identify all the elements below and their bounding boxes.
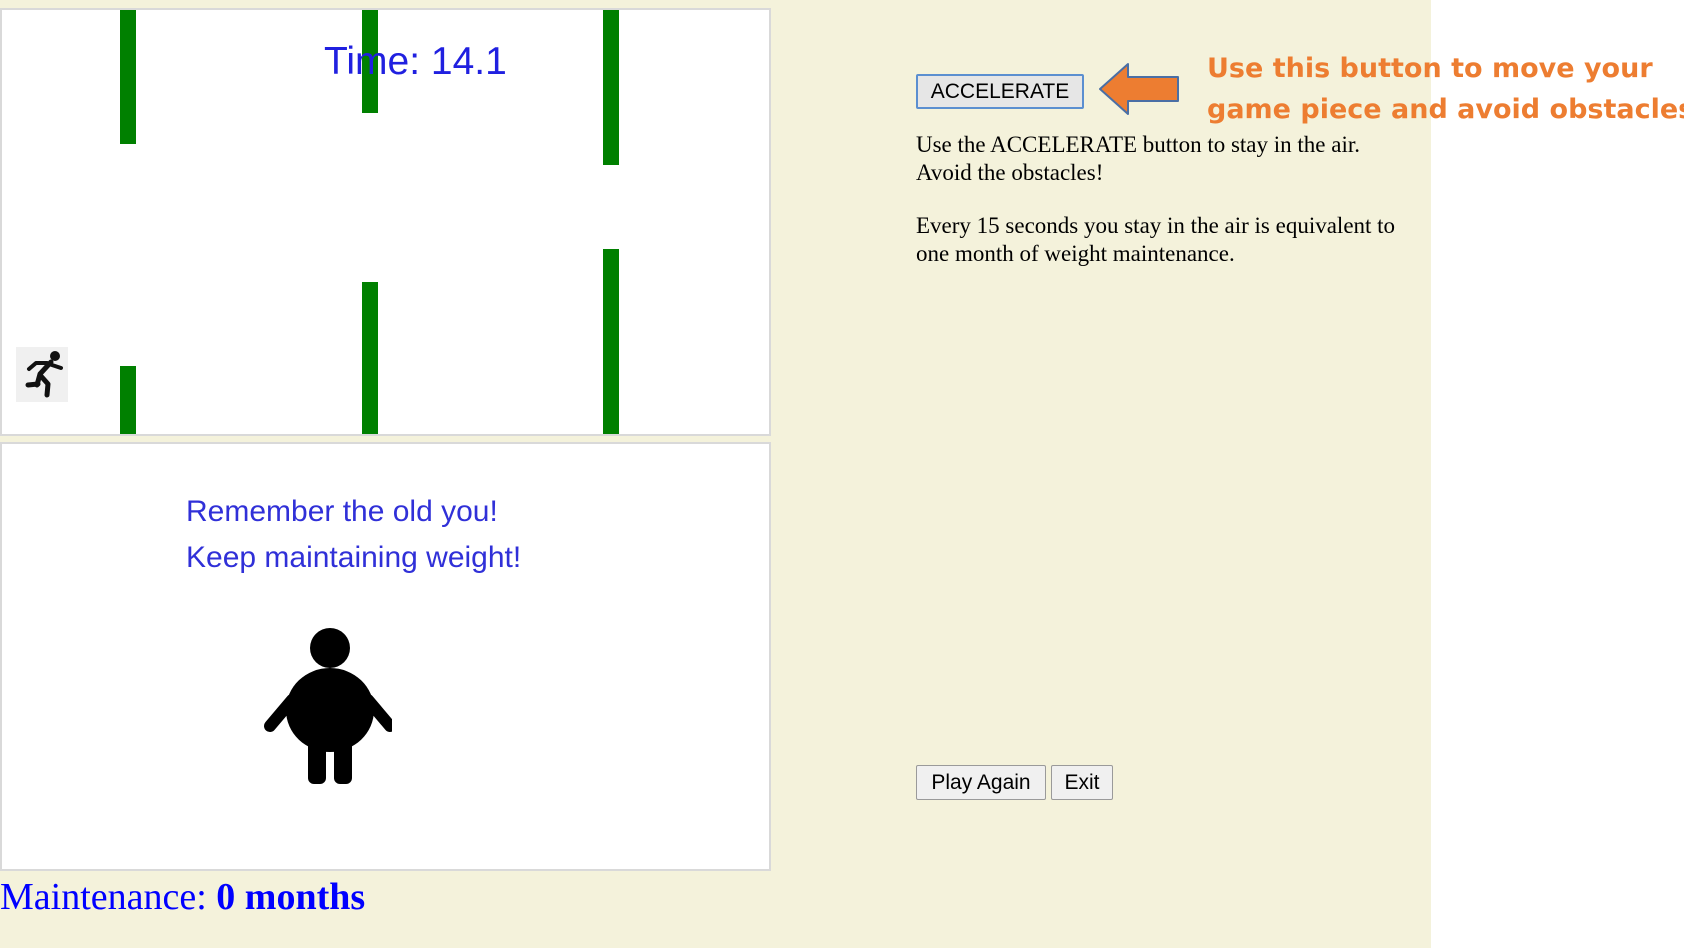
obstacle-top-3 bbox=[603, 10, 619, 165]
annotation-line-2: game piece and avoid obstacles ! bbox=[1207, 94, 1684, 125]
maintenance-value: 0 months bbox=[216, 876, 366, 918]
play-again-button[interactable]: Play Again bbox=[916, 765, 1046, 800]
obstacle-bottom-1 bbox=[120, 366, 136, 434]
left-arrow-icon bbox=[1098, 61, 1180, 117]
annotation-callout: Use this button to move your game piece … bbox=[1207, 48, 1684, 130]
timer: Time: 14.1 bbox=[324, 40, 507, 83]
message-line-2: Keep maintaining weight! bbox=[186, 541, 522, 574]
maintenance-readout: Maintenance: 0 months bbox=[0, 875, 365, 919]
instruction-paragraph-1: Use the ACCELERATE button to stay in the… bbox=[916, 132, 1360, 185]
exit-button[interactable]: Exit bbox=[1051, 765, 1113, 800]
running-person-icon bbox=[16, 347, 68, 402]
obstacle-top-1 bbox=[120, 10, 136, 144]
accelerate-button[interactable]: ACCELERATE bbox=[916, 74, 1084, 109]
annotation-line-1: Use this button to move your bbox=[1207, 53, 1653, 84]
game-canvas[interactable]: Time: 14.1 bbox=[0, 8, 771, 436]
person-silhouette-icon bbox=[262, 626, 396, 786]
obstacle-bottom-2 bbox=[362, 282, 378, 434]
obstacle-bottom-3 bbox=[603, 249, 619, 434]
message-line-1: Remember the old you! bbox=[186, 495, 498, 528]
instruction-paragraph-2: Every 15 seconds you stay in the air is … bbox=[916, 213, 1396, 266]
maintenance-label: Maintenance: bbox=[0, 876, 207, 918]
